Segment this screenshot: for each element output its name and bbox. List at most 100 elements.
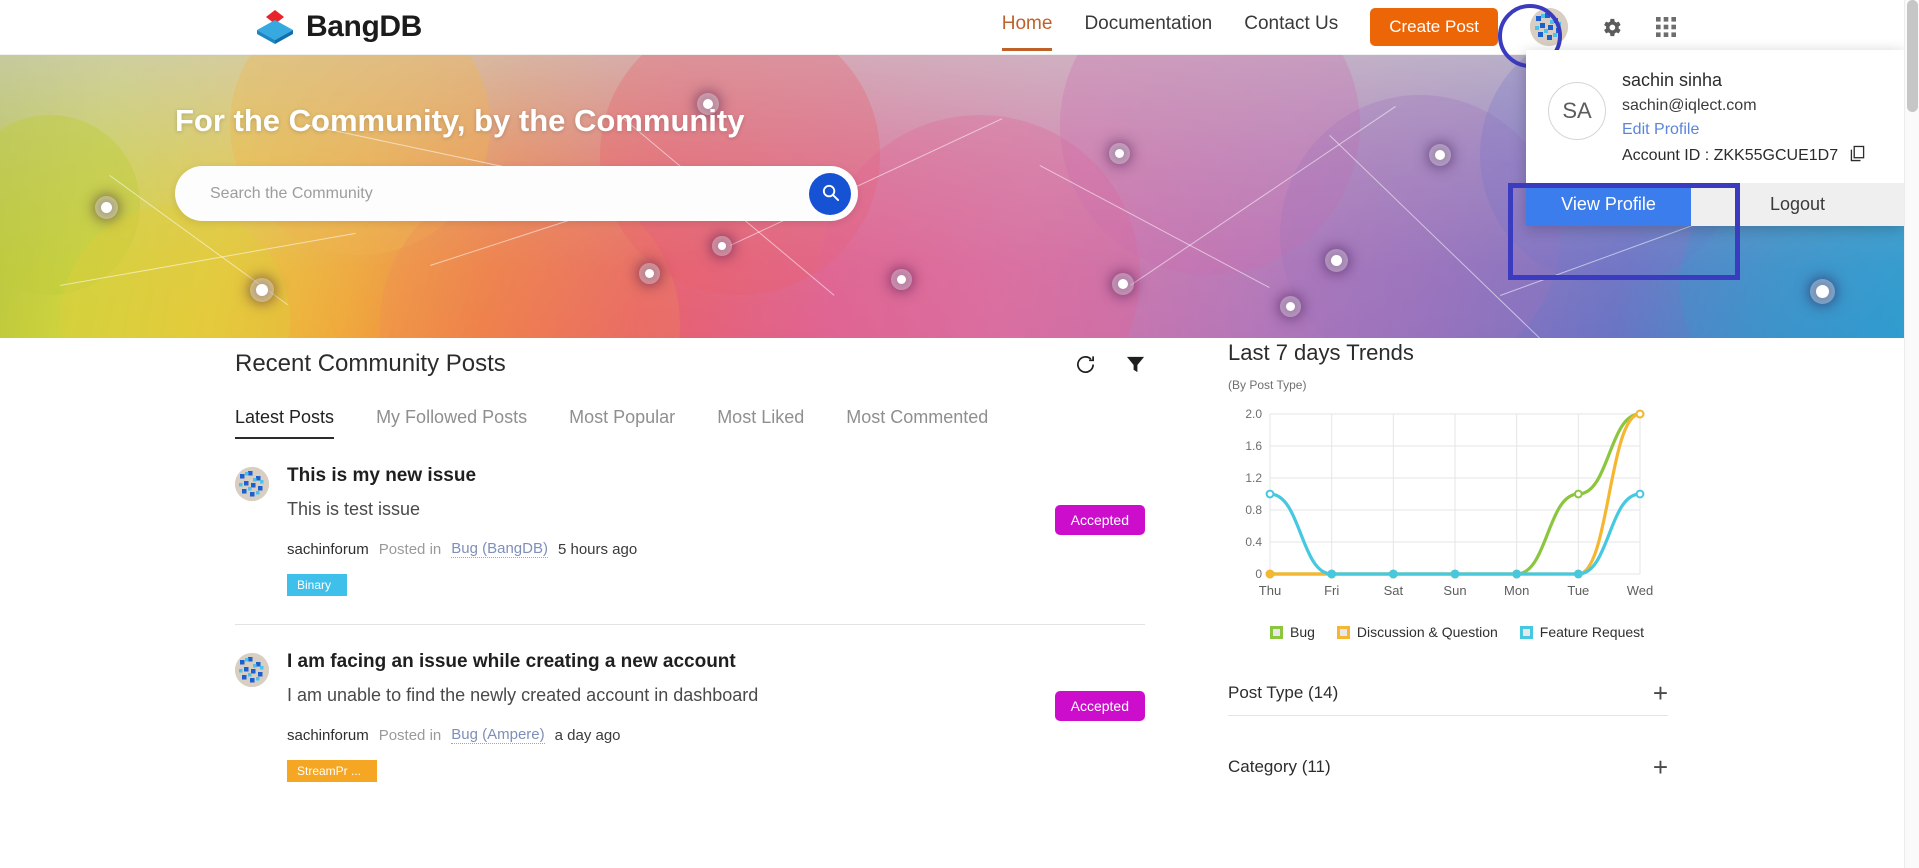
identicon-avatar-icon bbox=[235, 467, 269, 501]
top-header: BangDB Home Documentation Contact Us Cre… bbox=[0, 0, 1904, 55]
search-input[interactable] bbox=[210, 184, 809, 203]
search-icon bbox=[821, 183, 840, 205]
post-category-link[interactable]: Bug (BangDB) bbox=[451, 540, 548, 558]
user-account-dropdown: SA sachin sinha sachin@iqlect.com Edit P… bbox=[1526, 50, 1904, 226]
network-node bbox=[897, 275, 906, 284]
network-node bbox=[1435, 150, 1445, 160]
post-author[interactable]: sachinforum bbox=[287, 727, 369, 744]
search-submit-button[interactable] bbox=[809, 172, 851, 215]
bangdb-cube-logo-icon bbox=[255, 8, 295, 46]
trends-line-chart: 0 0.4 0.8 1.2 1.6 2.0 Thu Fri Sat Sun Mon Tue Wed bbox=[1228, 406, 1658, 606]
svg-text:0: 0 bbox=[1255, 567, 1262, 581]
tab-my-followed-posts[interactable]: My Followed Posts bbox=[376, 407, 527, 439]
post-filter-tabs: Latest Posts My Followed Posts Most Popu… bbox=[235, 407, 1145, 439]
page-scrollbar[interactable] bbox=[1904, 0, 1919, 868]
svg-text:0.8: 0.8 bbox=[1245, 503, 1262, 517]
plus-icon[interactable]: + bbox=[1653, 680, 1668, 706]
avatar-initials: SA bbox=[1548, 82, 1606, 140]
user-email: sachin@iqlect.com bbox=[1622, 97, 1757, 114]
tab-most-commented[interactable]: Most Commented bbox=[846, 407, 988, 439]
network-node bbox=[1286, 302, 1295, 311]
post-description: This is test issue bbox=[287, 499, 421, 519]
legend-label-bug: Bug bbox=[1290, 624, 1315, 640]
copy-icon[interactable] bbox=[1850, 145, 1865, 167]
network-node bbox=[645, 269, 654, 278]
user-menu-actions: View Profile Logout bbox=[1526, 183, 1904, 226]
nav-item-contact-us[interactable]: Contact Us bbox=[1244, 13, 1338, 41]
posted-in-label: Posted in bbox=[378, 726, 442, 744]
tab-most-popular[interactable]: Most Popular bbox=[569, 407, 675, 439]
svg-text:1.2: 1.2 bbox=[1245, 471, 1262, 485]
status-badge: Accepted bbox=[1054, 691, 1145, 721]
main-content: Recent Community Posts Latest Posts My F… bbox=[0, 338, 1904, 868]
trends-title: Last 7 days Trends bbox=[1228, 340, 1414, 365]
post-tag[interactable]: Binary bbox=[287, 574, 348, 596]
tab-latest-posts[interactable]: Latest Posts bbox=[235, 407, 335, 439]
view-profile-button[interactable]: View Profile bbox=[1526, 183, 1691, 226]
create-post-button[interactable]: Create Post bbox=[1370, 8, 1498, 46]
brand-logo[interactable]: BangDB bbox=[255, 8, 422, 46]
filter-post-type[interactable]: Post Type (14) + bbox=[1228, 670, 1668, 716]
network-node bbox=[256, 284, 268, 296]
posts-header: Recent Community Posts bbox=[235, 338, 1145, 390]
post-title[interactable]: I am facing an issue while creating a ne… bbox=[287, 651, 1145, 673]
post-title[interactable]: This is my new issue bbox=[287, 465, 1145, 487]
apps-grid-icon[interactable] bbox=[1655, 16, 1677, 38]
nav-item-home[interactable]: Home bbox=[1001, 13, 1052, 51]
svg-text:Sun: Sun bbox=[1443, 583, 1466, 598]
network-node bbox=[101, 202, 112, 213]
post-timestamp: 5 hours ago bbox=[557, 540, 638, 558]
legend-item-feature-request[interactable]: Feature Request bbox=[1519, 624, 1645, 640]
nav-item-documentation[interactable]: Documentation bbox=[1084, 13, 1212, 41]
edit-profile-link[interactable]: Edit Profile bbox=[1622, 121, 1865, 139]
post-list-item[interactable]: This is my new issue This is test issue … bbox=[235, 439, 1145, 596]
svg-text:2.0: 2.0 bbox=[1245, 407, 1262, 421]
network-node bbox=[1118, 279, 1128, 289]
community-search-bar bbox=[175, 166, 858, 221]
network-node bbox=[718, 242, 726, 250]
legend-swatch-bug bbox=[1270, 625, 1283, 639]
chart-legend: Bug Discussion & Question Feature Reques… bbox=[1270, 624, 1668, 640]
post-category-link[interactable]: Bug (Ampere) bbox=[451, 726, 545, 744]
legend-item-discussion-question[interactable]: Discussion & Question bbox=[1336, 624, 1498, 640]
posted-in-label: Posted in bbox=[378, 540, 442, 558]
main-nav: Home Documentation Contact Us Create Pos… bbox=[1001, 8, 1904, 51]
identicon-avatar-icon bbox=[235, 653, 269, 687]
page-title: Recent Community Posts bbox=[235, 350, 506, 377]
post-timestamp: a day ago bbox=[554, 726, 621, 744]
user-account-info: SA sachin sinha sachin@iqlect.com Edit P… bbox=[1526, 50, 1904, 183]
network-node bbox=[1115, 149, 1124, 158]
network-node bbox=[1331, 255, 1342, 266]
tab-most-liked[interactable]: Most Liked bbox=[717, 407, 804, 439]
svg-text:Thu: Thu bbox=[1259, 583, 1281, 598]
trends-panel: Last 7 days Trends (By Post Type) 0 0.4 0.… bbox=[1228, 338, 1668, 790]
legend-swatch-feature bbox=[1519, 625, 1533, 639]
filter-label-post-type: Post Type (14) bbox=[1228, 682, 1339, 702]
post-author[interactable]: sachinforum bbox=[287, 541, 369, 558]
post-meta: sachinforum Posted in Bug (BangDB) 5 hou… bbox=[287, 540, 1145, 558]
network-node bbox=[1816, 285, 1829, 298]
svg-text:Mon: Mon bbox=[1504, 583, 1529, 598]
recent-posts-panel: Recent Community Posts Latest Posts My F… bbox=[235, 338, 1145, 782]
post-tag[interactable]: StreamPr ... bbox=[287, 760, 378, 782]
svg-text:1.6: 1.6 bbox=[1245, 439, 1262, 453]
post-description: I am unable to find the newly created ac… bbox=[287, 685, 759, 705]
filter-category[interactable]: Category (11) + bbox=[1228, 744, 1668, 790]
funnel-filter-icon[interactable] bbox=[1126, 355, 1145, 374]
user-avatar-icon[interactable] bbox=[1530, 8, 1568, 46]
legend-item-bug[interactable]: Bug bbox=[1270, 624, 1315, 640]
plus-icon[interactable]: + bbox=[1653, 754, 1668, 780]
gear-icon[interactable] bbox=[1600, 16, 1623, 39]
post-meta: sachinforum Posted in Bug (Ampere) a day… bbox=[287, 726, 1145, 744]
scrollbar-thumb[interactable] bbox=[1907, 0, 1918, 112]
refresh-icon[interactable] bbox=[1075, 354, 1096, 375]
post-list-item[interactable]: I am facing an issue while creating a ne… bbox=[235, 625, 1145, 782]
trends-subtitle: (By Post Type) bbox=[1228, 378, 1307, 392]
hero-title: For the Community, by the Community bbox=[175, 103, 745, 138]
legend-label-discussion-question: Discussion & Question bbox=[1356, 624, 1498, 640]
account-id-label: Account ID : ZKK55GCUE1D7 bbox=[1622, 147, 1839, 164]
filter-label-category: Category (11) bbox=[1228, 757, 1331, 776]
legend-label-feature-request: Feature Request bbox=[1539, 624, 1645, 640]
status-badge: Accepted bbox=[1054, 505, 1145, 535]
logout-button[interactable]: Logout bbox=[1691, 183, 1904, 226]
